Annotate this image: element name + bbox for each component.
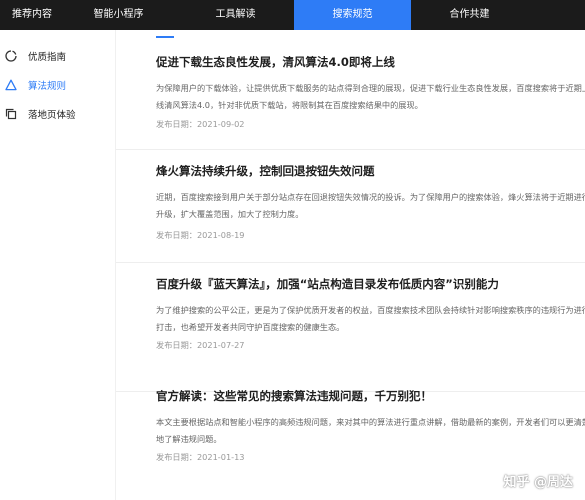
article-description: 本文主要根据站点和智能小程序的高频违规问题，来对其中的算法进行重点讲解，借助最新… bbox=[156, 417, 585, 444]
sidebar-item-label: 优质指南 bbox=[28, 52, 67, 63]
sidebar-item-quality-guide[interactable]: 优质指南 bbox=[0, 45, 116, 67]
circle-quarter-icon bbox=[4, 49, 18, 63]
list-item: 百度升级『蓝天算法』，加强“站点构造目录发布低质内容”识别能力 为了维护搜索的公… bbox=[116, 276, 585, 392]
article-date: 发布日期：2021-01-13 bbox=[156, 452, 245, 462]
tab-mini-program[interactable]: 智能小程序 bbox=[60, 0, 177, 30]
article-title[interactable]: 烽火算法持续升级，控制回退按钮失效问题 bbox=[156, 163, 375, 179]
article-date: 发布日期：2021-07-27 bbox=[156, 340, 245, 350]
article-title[interactable]: 百度升级『蓝天算法』，加强“站点构造目录发布低质内容”识别能力 bbox=[156, 276, 499, 292]
article-date: 发布日期：2021-09-02 bbox=[156, 119, 245, 129]
list-item: 促进下载生态良性发展，清风算法4.0即将上线 为保障用户的下载体验，让提供优质下… bbox=[116, 54, 585, 150]
tab-cooperation[interactable]: 合作共建 bbox=[411, 0, 528, 30]
article-title[interactable]: 官方解读：这些常见的搜索算法违规问题，千万别犯！ bbox=[156, 388, 432, 404]
sidebar-item-label: 落地页体验 bbox=[28, 110, 76, 121]
article-list: 促进下载生态良性发展，清风算法4.0即将上线 为保障用户的下载体验，让提供优质下… bbox=[116, 30, 585, 500]
list-item: 烽火算法持续升级，控制回退按钮失效问题 近期，百度搜索接到用户关于部分站点存在回… bbox=[116, 163, 585, 263]
sidebar-item-label: 算法规则 bbox=[28, 81, 67, 92]
article-date: 发布日期：2021-08-19 bbox=[156, 230, 245, 240]
triangle-warning-icon bbox=[4, 78, 18, 92]
copy-pages-icon bbox=[4, 107, 18, 121]
watermark: 知乎 @周达 bbox=[503, 475, 573, 490]
article-title[interactable]: 促进下载生态良性发展，清风算法4.0即将上线 bbox=[156, 54, 395, 70]
article-description: 为保障用户的下载体验，让提供优质下载服务的站点得到合理的展现，促进下载行业生态良… bbox=[156, 83, 585, 110]
tab-search-rules[interactable]: 搜索规范 bbox=[294, 0, 411, 30]
article-description: 为了维护搜索的公平公正，更是为了保护优质开发者的权益，百度搜索技术团队会持续针对… bbox=[156, 305, 585, 332]
sidebar-item-landing-page[interactable]: 落地页体验 bbox=[0, 103, 116, 125]
accent-bar bbox=[156, 36, 174, 38]
tab-tools[interactable]: 工具解读 bbox=[177, 0, 294, 30]
sidebar: 优质指南 算法规则 落地页体验 bbox=[0, 30, 116, 500]
sidebar-item-algorithm-rules[interactable]: 算法规则 bbox=[0, 74, 116, 96]
top-navigation: 推荐内容 智能小程序 工具解读 搜索规范 合作共建 bbox=[0, 0, 585, 30]
article-description: 近期，百度搜索接到用户关于部分站点存在回退按钮失效情况的投诉。为了保障用户的搜索… bbox=[156, 192, 585, 219]
tab-recommended[interactable]: 推荐内容 bbox=[0, 0, 60, 30]
